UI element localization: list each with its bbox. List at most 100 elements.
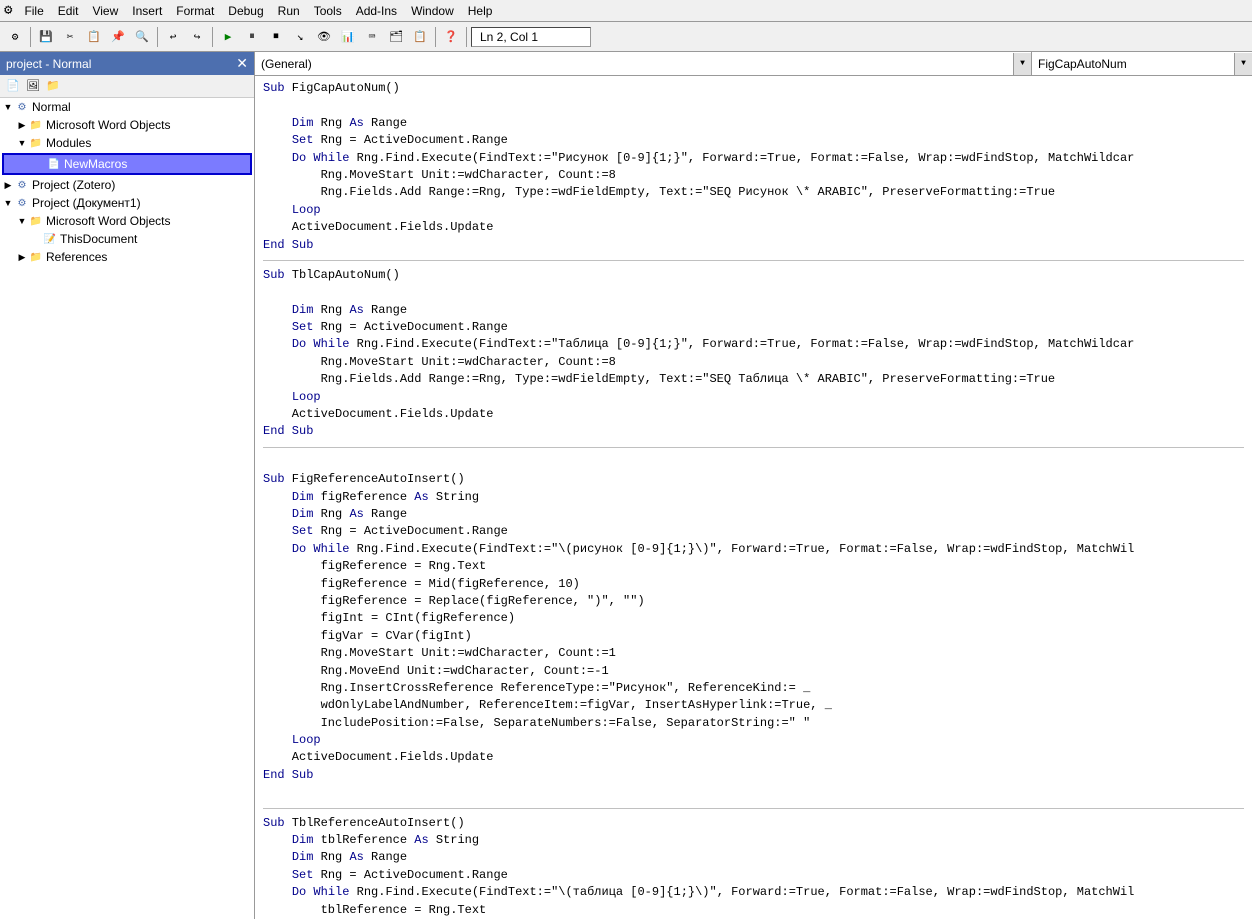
tree-view-code-btn[interactable]: 📄: [4, 77, 22, 95]
menu-window[interactable]: Window: [405, 2, 460, 20]
tree-item-normal[interactable]: ▼ ⚙ Normal: [0, 98, 254, 116]
code-line: Do While Rng.Find.Execute(FindText:="Рис…: [263, 150, 1244, 167]
toolbar-stop-btn[interactable]: ⏹: [265, 26, 287, 48]
general-dropdown-wrapper: (General) ▼: [255, 52, 1032, 75]
menu-format[interactable]: Format: [170, 2, 220, 20]
code-text: Sub FigCapAutoNum(): [263, 80, 400, 97]
code-text: ActiveDocument.Fields.Update: [263, 219, 493, 236]
code-line: Loop: [263, 202, 1244, 219]
toolbar-copy-btn[interactable]: 📋: [83, 26, 105, 48]
code-text: [263, 97, 270, 114]
toolbar-props-btn[interactable]: 📋: [409, 26, 431, 48]
code-line: Set Rng = ActiveDocument.Range: [263, 523, 1244, 540]
toolbar-help-btn[interactable]: ❓: [440, 26, 462, 48]
toolbar-explorer-btn[interactable]: 🗂: [385, 26, 407, 48]
toolbar-undo-btn[interactable]: ↩: [162, 26, 184, 48]
code-line: IncludePosition:=False, SeparateNumbers:…: [263, 715, 1244, 732]
expand-icon: ▶: [16, 119, 28, 131]
proc-dropdown-button[interactable]: ▼: [1234, 53, 1252, 75]
menu-insert[interactable]: Insert: [126, 2, 168, 20]
tree-label-modules: Modules: [46, 136, 91, 150]
toolbar-sep-1: [30, 27, 31, 47]
toolbar-paste-btn[interactable]: 📌: [107, 26, 129, 48]
tree-label-newmacros: NewMacros: [64, 157, 127, 171]
menu-help[interactable]: Help: [462, 2, 499, 20]
code-line: figInt = CInt(figReference): [263, 610, 1244, 627]
menu-view[interactable]: View: [86, 2, 124, 20]
code-text: ActiveDocument.Fields.Update: [263, 406, 493, 423]
code-line: Do While Rng.Find.Execute(FindText:="\(р…: [263, 541, 1244, 558]
code-line: End Sub: [263, 237, 1244, 254]
code-text: Do While Rng.Find.Execute(FindText:="Рис…: [263, 150, 1134, 167]
menu-edit[interactable]: Edit: [52, 2, 85, 20]
project-icon: ⚙: [14, 178, 30, 192]
document-icon: 📝: [42, 232, 58, 246]
project-icon: ⚙: [14, 100, 30, 114]
tree-item-msword[interactable]: ▶ 📁 Microsoft Word Objects: [0, 116, 254, 134]
folder-icon: 📁: [28, 118, 44, 132]
expand-icon: ▼: [2, 197, 14, 209]
toolbar-save-btn[interactable]: 💾: [35, 26, 57, 48]
folder-icon: 📁: [28, 136, 44, 150]
toolbar-immediate-btn[interactable]: ⌨: [361, 26, 383, 48]
code-text: figReference = Rng.Text: [263, 558, 486, 575]
tree-toggle-folders-btn[interactable]: 📁: [44, 77, 62, 95]
toolbar-vba-icon[interactable]: ⚙: [4, 26, 26, 48]
menu-debug[interactable]: Debug: [222, 2, 269, 20]
menu-file[interactable]: File: [18, 2, 49, 20]
code-line: Loop: [263, 389, 1244, 406]
general-dropdown-button[interactable]: ▼: [1013, 53, 1031, 75]
code-line: Rng.Fields.Add Range:=Rng, Type:=wdField…: [263, 371, 1244, 388]
code-editor[interactable]: Sub FigCapAutoNum() Dim Rng As Range Set…: [255, 76, 1252, 919]
code-line: ActiveDocument.Fields.Update: [263, 749, 1244, 766]
menu-run[interactable]: Run: [272, 2, 306, 20]
menu-tools[interactable]: Tools: [308, 2, 348, 20]
toolbar-cut-btn[interactable]: ✂: [59, 26, 81, 48]
tree-item-doc[interactable]: ▼ ⚙ Project (Документ1): [0, 194, 254, 212]
left-panel: project - Normal ✕ 📄 🖼 📁 ▼ ⚙ Normal ▶ 📁 …: [0, 52, 255, 919]
toolbar-run-btn[interactable]: ▶: [217, 26, 239, 48]
toolbar-watch-btn[interactable]: 👁: [313, 26, 335, 48]
toolbar-pause-btn[interactable]: ⏸: [241, 26, 263, 48]
code-line: Rng.InsertCrossReference ReferenceType:=…: [263, 680, 1244, 697]
section-divider-3: [263, 808, 1244, 809]
tree-view-obj-btn[interactable]: 🖼: [24, 77, 42, 95]
code-line: figReference = Rng.Text: [263, 558, 1244, 575]
code-line: Rng.MoveStart Unit:=wdCharacter, Count:=…: [263, 167, 1244, 184]
code-text: End Sub: [263, 423, 313, 440]
code-line: figVar = CVar(figInt): [263, 628, 1244, 645]
code-line: tblReference = Rng.Text: [263, 902, 1244, 919]
expand-icon: ▼: [2, 101, 14, 113]
tree-item-modules[interactable]: ▼ 📁 Modules: [0, 134, 254, 152]
tree-item-references[interactable]: ▶ 📁 References: [0, 248, 254, 266]
code-line: Dim Rng As Range: [263, 506, 1244, 523]
code-text: figReference = Mid(figReference, 10): [263, 576, 580, 593]
tree-item-thisdocument[interactable]: 📝 ThisDocument: [0, 230, 254, 248]
code-line: Sub TblCapAutoNum(): [263, 267, 1244, 284]
code-text: [263, 784, 270, 801]
toolbar-step-btn[interactable]: ↘: [289, 26, 311, 48]
tree-item-zotero[interactable]: ▶ ⚙ Project (Zotero): [0, 176, 254, 194]
toolbar-redo-btn[interactable]: ↪: [186, 26, 208, 48]
code-text: Set Rng = ActiveDocument.Range: [263, 867, 508, 884]
code-text: Do While Rng.Find.Execute(FindText:="\(т…: [263, 884, 1134, 901]
toolbar: ⚙ 💾 ✂ 📋 📌 🔍 ↩ ↪ ▶ ⏸ ⏹ ↘ 👁 📊 ⌨ 🗂 📋 ❓ Ln 2…: [0, 22, 1252, 52]
section-divider-2: [263, 447, 1244, 448]
code-text: End Sub: [263, 237, 313, 254]
tree-item-newmacros[interactable]: 📄 NewMacros: [2, 153, 252, 175]
toolbar-find-btn[interactable]: 🔍: [131, 26, 153, 48]
code-text: Rng.MoveStart Unit:=wdCharacter, Count:=…: [263, 167, 616, 184]
menu-addins[interactable]: Add-Ins: [350, 2, 403, 20]
code-text: Rng.Fields.Add Range:=Rng, Type:=wdField…: [263, 184, 1055, 201]
code-text: Dim Rng As Range: [263, 849, 407, 866]
close-panel-button[interactable]: ✕: [236, 55, 248, 72]
code-line: Sub FigCapAutoNum(): [263, 80, 1244, 97]
code-line: wdOnlyLabelAndNumber, ReferenceItem:=fig…: [263, 697, 1244, 714]
toolbar-position: Ln 2, Col 1: [471, 27, 591, 47]
toolbar-locals-btn[interactable]: 📊: [337, 26, 359, 48]
code-text: [263, 454, 270, 471]
project-tree: ▼ ⚙ Normal ▶ 📁 Microsoft Word Objects ▼ …: [0, 98, 254, 919]
project-icon: ⚙: [14, 196, 30, 210]
tree-item-msword-doc[interactable]: ▼ 📁 Microsoft Word Objects: [0, 212, 254, 230]
tree-label-zotero: Project (Zotero): [32, 178, 115, 192]
